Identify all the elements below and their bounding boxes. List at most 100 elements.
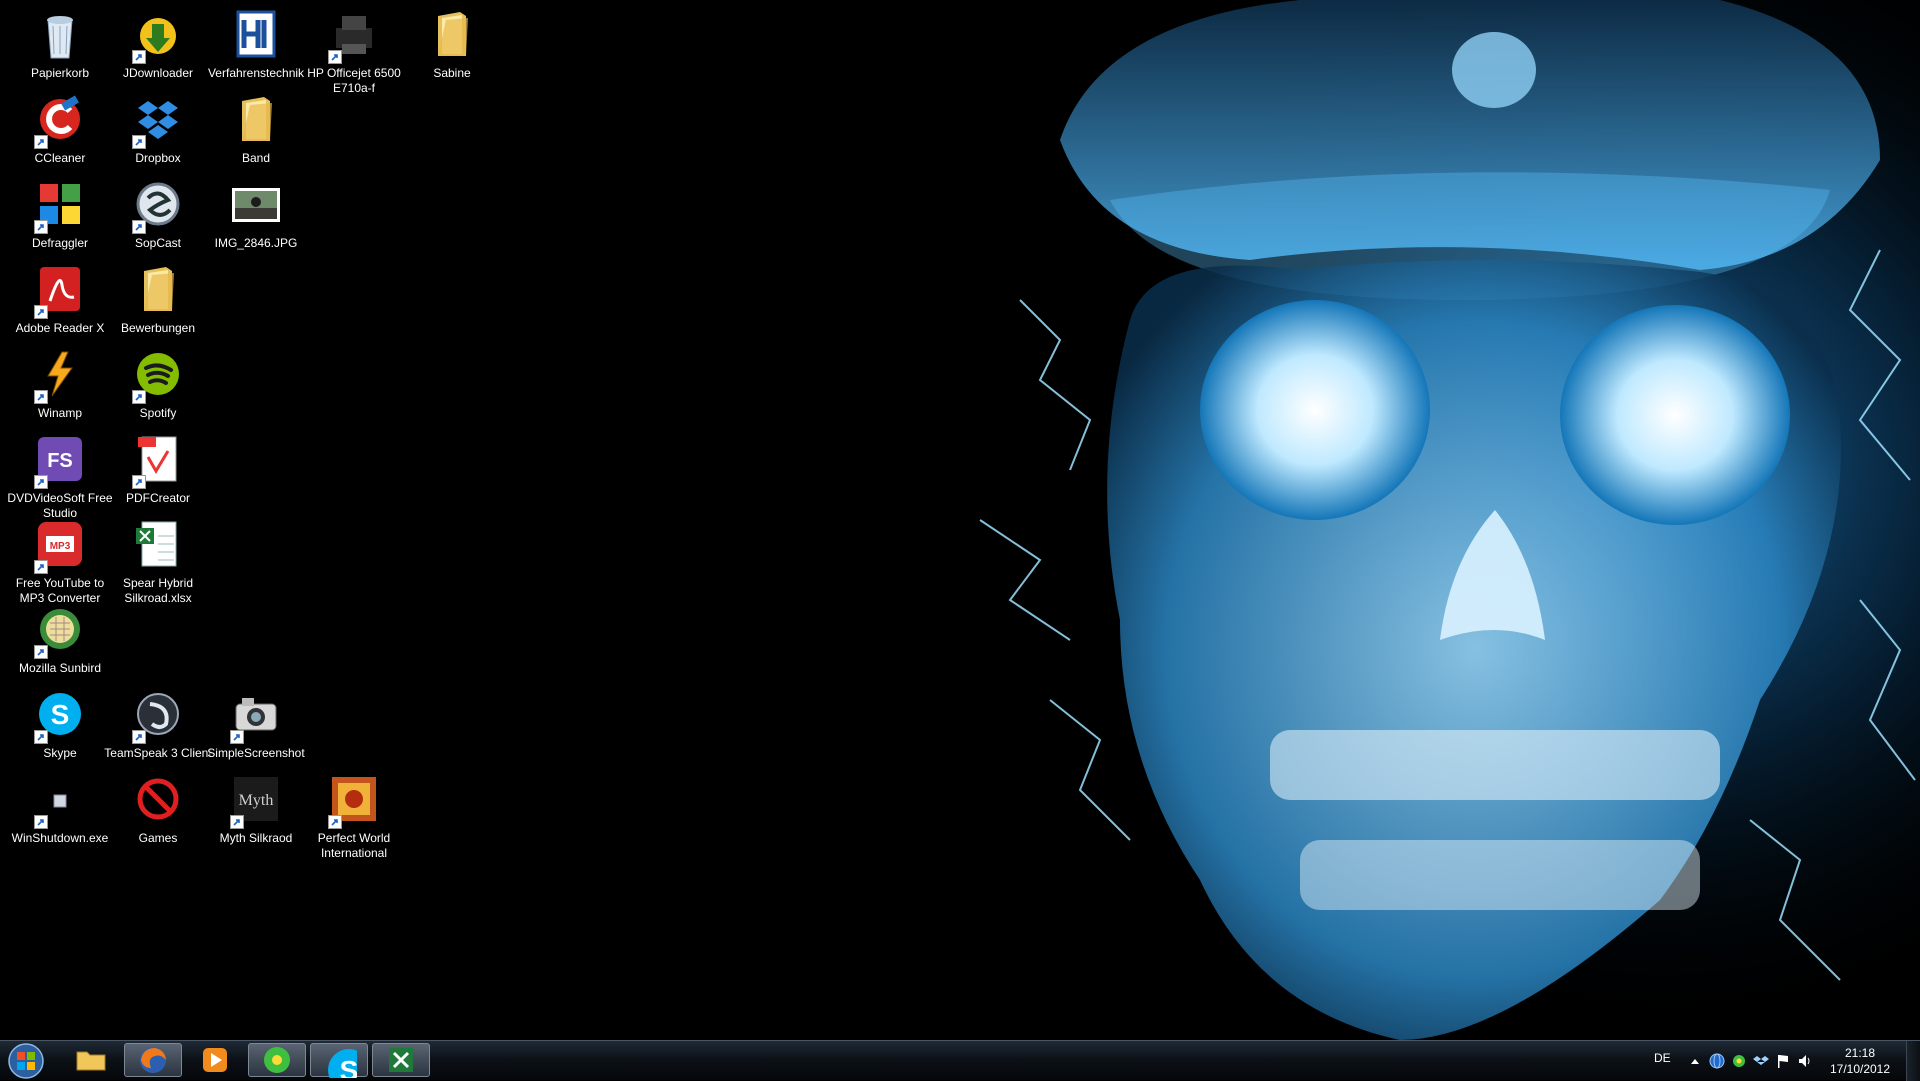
desktop-icon-label: Verfahrenstechnik [207,66,305,80]
desktop-icon-label: WinShutdown.exe [11,831,109,845]
desktop-icon[interactable]: Spear Hybrid Silkroad.xlsx [104,514,212,614]
desktop-icon-label: Games [138,831,178,845]
notification-area [1684,1041,1816,1081]
taskbar-button[interactable] [124,1043,182,1077]
desktop-icon-label: Spear Hybrid Silkroad.xlsx [122,576,194,605]
svg-text:FS: FS [47,450,73,472]
adobe-reader-icon [32,261,88,319]
icq-tray-icon[interactable] [1728,1050,1750,1072]
shortcut-arrow-icon [34,815,48,829]
desktop-icon-label: SimpleScreenshot [207,746,305,760]
shortcut-arrow-icon [230,730,244,744]
shortcut-arrow-icon [132,390,146,404]
desktop-icon[interactable]: WinShutdown.exe [6,769,114,869]
shortcut-arrow-icon [34,730,48,744]
action-center-flag-icon[interactable] [1772,1050,1794,1072]
spotify-icon [130,346,186,404]
desktop-icon[interactable]: Myth Myth Silkraod [202,769,310,869]
svg-text:MP3: MP3 [50,541,71,552]
recycle-bin-icon [32,6,88,62]
desktop-icon-label: Dropbox [135,151,181,165]
printer-icon [326,6,382,64]
network-globe-icon[interactable] [1706,1050,1728,1072]
svg-text:S: S [51,699,70,730]
exe-icon [32,771,88,829]
desktop-icon-label: CCleaner [34,151,86,165]
shortcut-arrow-icon [230,815,244,829]
myth-silkroad-icon: Myth [228,771,284,829]
jdownloader-icon [130,6,186,64]
shortcut-arrow-icon [34,560,48,574]
shortcut-arrow-icon [132,730,146,744]
desktop-icon-label: JDownloader [122,66,194,80]
desktop-icon-label: Sabine [433,66,471,80]
shortcut-arrow-icon [132,50,146,64]
show-desktop-button[interactable] [1906,1041,1920,1081]
desktop-icon[interactable]: IMG_2846.JPG [202,174,310,274]
desktop-icon-label: Papierkorb [30,66,90,80]
desktop-icon[interactable]: HP Officejet 6500 E710a-f [300,4,408,104]
shortcut-arrow-icon [34,645,48,659]
games-icon [130,771,186,827]
clock-date: 17/10/2012 [1829,1062,1891,1076]
sunbird-icon [32,601,88,659]
taskbar-button[interactable] [186,1043,244,1077]
desktop-icon-label: Adobe Reader X [15,321,105,335]
desktop-icon-label: SopCast [134,236,182,250]
desktop-icon-label: PDFCreator [125,491,190,505]
taskbar: S DE 21:18 17/10/2012 [0,1040,1920,1081]
mp3-converter-icon: MP3 [32,516,88,574]
desktop-icon-label: Spotify [139,406,177,420]
taskbar-button[interactable] [372,1043,430,1077]
folder-icon [228,91,284,147]
system-clock[interactable]: 21:18 17/10/2012 [1822,1045,1898,1077]
taskbar-button[interactable] [248,1043,306,1077]
shortcut-arrow-icon [132,220,146,234]
taskbar-button[interactable] [62,1043,120,1077]
desktop-icon-label: Skype [43,746,77,760]
ccleaner-icon [32,91,88,149]
folder-icon [424,6,480,62]
dvdvideosoft-icon: FS [32,431,88,489]
shortcut-arrow-icon [34,220,48,234]
winamp-icon [32,346,88,404]
photo-icon [228,176,284,232]
desktop-icon[interactable]: Games [104,769,212,869]
shortcut-arrow-icon [132,475,146,489]
skype-icon: S [32,686,88,744]
taskbar-button[interactable]: S [310,1043,368,1078]
desktop[interactable]: Papierkorb JDownloader Verfahrenstechnik HP… [0,0,1920,1040]
desktop-icon-label: Bewerbungen [120,321,196,335]
shortcut-arrow-icon [328,50,342,64]
windows-start-icon [8,1043,44,1079]
camera-icon [228,686,284,744]
desktop-icon-label: Myth Silkraod [219,831,293,845]
desktop-icon-label: TeamSpeak 3 Client [104,746,212,760]
language-indicator[interactable]: DE [1654,1051,1671,1065]
shortcut-arrow-icon [34,135,48,149]
excel-icon [389,1048,413,1072]
folder-icon [130,261,186,317]
start-button[interactable] [6,1043,46,1079]
media-player-icon [203,1048,227,1072]
shortcut-arrow-icon [34,390,48,404]
show-hidden-icon[interactable] [1684,1050,1706,1072]
desktop-icon-label: IMG_2846.JPG [214,236,298,250]
clock-time: 21:18 [1844,1046,1876,1060]
dropbox-tray-icon[interactable] [1750,1050,1772,1072]
shortcut-arrow-icon [328,815,342,829]
svg-text:S: S [340,1055,357,1078]
teamspeak-icon [130,686,186,744]
dropbox-icon [130,91,186,149]
shortcut-arrow-icon [132,135,146,149]
sopcast-icon [130,176,186,234]
explorer-folder-icon [76,1051,106,1071]
pdfcreator-icon [130,431,186,489]
excel-file-icon [130,516,186,572]
desktop-icon[interactable]: Perfect World International [300,769,408,869]
volume-icon[interactable] [1794,1050,1816,1072]
desktop-icon[interactable]: Sabine [398,4,506,104]
verfahrenstechnik-icon [228,6,284,62]
icq-icon [264,1047,290,1073]
perfect-world-icon [326,771,382,829]
